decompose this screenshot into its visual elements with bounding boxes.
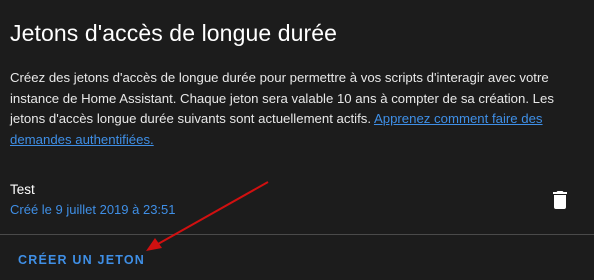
- token-name: Test: [10, 182, 35, 197]
- token-created-date: Créé le 9 juillet 2019 à 23:51: [10, 202, 176, 217]
- create-token-button[interactable]: CRÉER UN JETON: [10, 246, 153, 274]
- trash-icon[interactable]: [548, 188, 572, 212]
- card-actions-divider: [0, 234, 594, 235]
- card-title: Jetons d'accès de longue durée: [10, 20, 338, 46]
- long-lived-tokens-card: Jetons d'accès de longue durée Créez des…: [0, 0, 594, 280]
- card-description: Créez des jetons d'accès de longue durée…: [10, 68, 585, 150]
